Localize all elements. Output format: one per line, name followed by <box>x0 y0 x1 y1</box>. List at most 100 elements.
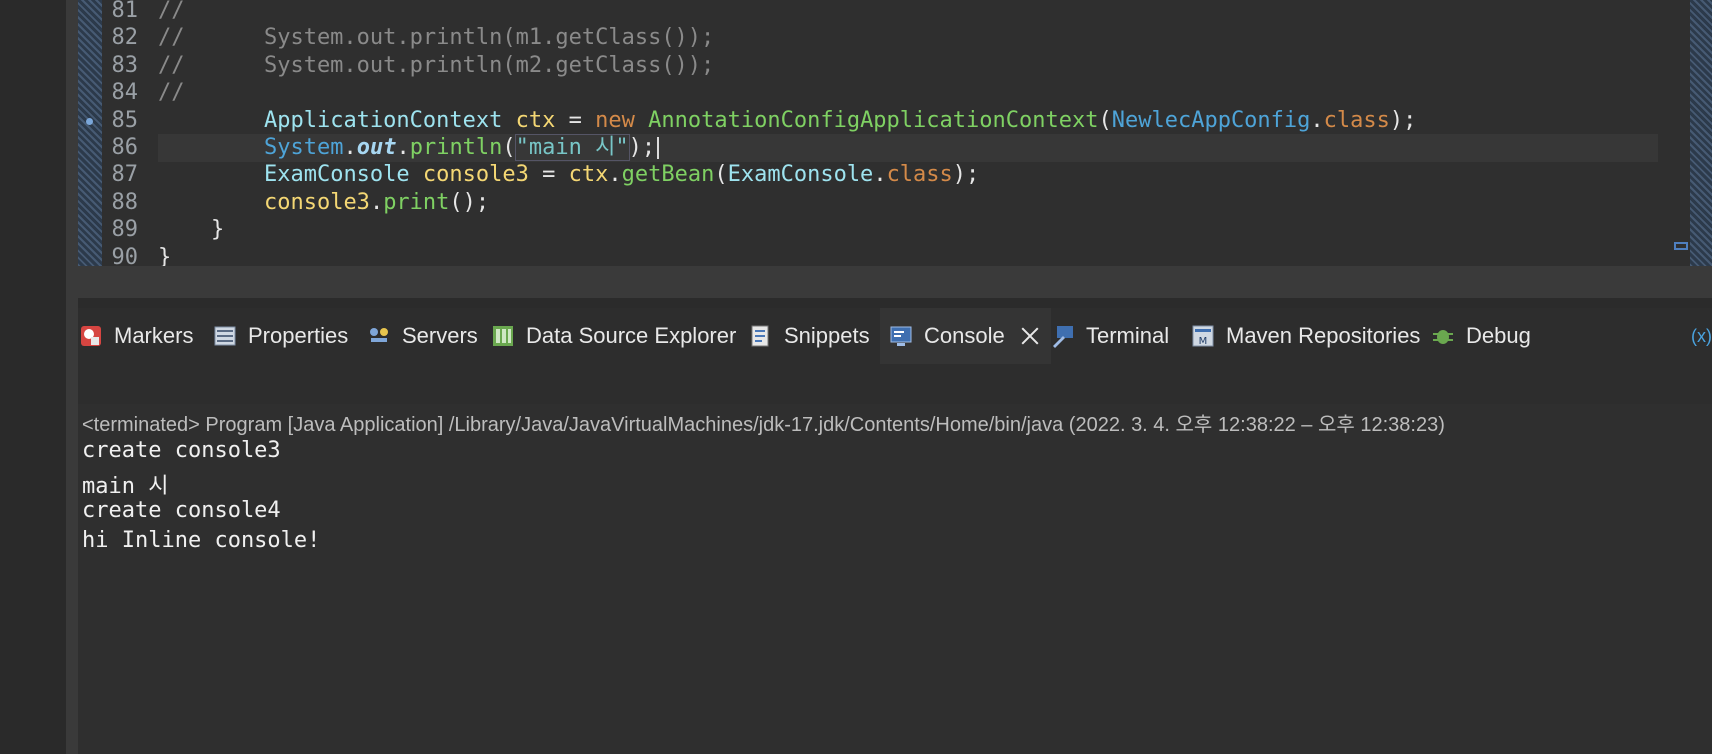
tab-servers[interactable]: Servers <box>366 308 478 364</box>
close-icon[interactable] <box>1019 325 1041 347</box>
properties-icon <box>212 323 238 349</box>
code-editor[interactable]: 81 // 82 // System.out.println(m1.getClass(… <box>78 0 1712 298</box>
code-token: NewlecAppConfig <box>1111 107 1311 133</box>
tab-maven-repositories[interactable]: M Maven Repositories <box>1190 308 1420 364</box>
code-line[interactable]: 88 console3.print(); <box>102 188 1702 218</box>
code-token: ( <box>502 135 516 160</box>
code-token: out <box>356 135 397 160</box>
tab-label: Servers <box>402 323 478 348</box>
code-text: System.out.println("main 시"); <box>158 133 660 163</box>
code-token: println <box>409 135 503 160</box>
tab-label: Console <box>924 323 1005 348</box>
code-token: System <box>263 135 344 160</box>
panel-divider[interactable] <box>66 0 78 754</box>
tab-label: Snippets <box>784 323 870 348</box>
console-process-header: <terminated> Program [Java Application] … <box>82 414 1445 436</box>
overview-ruler-marker[interactable] <box>1674 242 1688 250</box>
tab-debug[interactable]: Debug <box>1430 308 1531 364</box>
line-number: 88 <box>111 189 139 215</box>
console-output-line: create console3 <box>82 438 281 463</box>
code-line[interactable]: 81 // <box>102 0 1702 26</box>
maven-icon: M <box>1190 323 1216 349</box>
tab-label: Terminal <box>1086 323 1170 348</box>
code-token: . <box>1310 107 1324 133</box>
breakpoint-icon[interactable] <box>86 117 93 125</box>
line-number: 89 <box>111 217 139 243</box>
data-source-icon <box>490 323 516 349</box>
code-token: } <box>158 217 225 243</box>
tab-console[interactable]: Console <box>880 308 1051 364</box>
view-tab-bar: (x) Markers Properties Servers Data Source … <box>78 308 1712 364</box>
code-token: ( <box>1098 107 1112 133</box>
code-text: // System.out.println(m2.getClass()); <box>158 51 714 81</box>
line-number: 83 <box>111 52 139 78</box>
line-number: 86 <box>111 135 139 160</box>
code-token: // System.out.println(m2.getClass()); <box>158 52 715 78</box>
tab-label: Markers <box>114 323 194 348</box>
tab-terminal[interactable]: Terminal <box>1050 308 1169 364</box>
tab-label: Properties <box>248 323 349 348</box>
code-token: getBean <box>621 162 715 188</box>
line-number: 85 <box>111 107 139 133</box>
code-token: // <box>158 0 185 23</box>
code-token: // System.out.println(m1.getClass()); <box>158 25 715 51</box>
code-token: ); <box>628 135 656 160</box>
code-token: ExamConsole <box>263 162 410 188</box>
code-token: = <box>555 107 596 133</box>
snippets-icon <box>748 323 774 349</box>
code-token: console3 <box>263 189 370 215</box>
code-line[interactable]: 82 // System.out.println(m1.getClass()); <box>102 23 1702 53</box>
code-token: . <box>873 162 887 188</box>
overview-ruler[interactable] <box>1690 0 1712 266</box>
code-line[interactable]: 85 ApplicationContext ctx = new Annotati… <box>86 106 1702 136</box>
line-number: 84 <box>111 80 139 106</box>
left-panel <box>0 0 66 754</box>
tab-markers[interactable]: Markers <box>78 308 193 364</box>
code-token: ( <box>714 162 728 188</box>
console-icon <box>888 323 914 349</box>
code-line[interactable]: 87 ExamConsole console3 = ctx.getBean(Ex… <box>102 160 1702 190</box>
code-token: console3 <box>422 162 529 188</box>
code-token: class <box>1323 107 1390 133</box>
tab-label: Maven Repositories <box>1226 323 1421 348</box>
code-token: ApplicationContext <box>263 107 503 133</box>
code-text: console3.print(); <box>158 188 489 218</box>
code-area[interactable]: 81 // 82 // System.out.println(m1.getClass(… <box>86 0 1702 298</box>
debug-icon <box>1430 323 1456 349</box>
console-output[interactable]: <terminated> Program [Java Application] … <box>78 404 1712 754</box>
code-token: . <box>369 189 384 215</box>
svg-text:M: M <box>1199 336 1208 347</box>
tab-data-source-explorer[interactable]: Data Source Explorer <box>490 308 736 364</box>
code-token: ); <box>1389 107 1417 133</box>
code-line[interactable]: 84 // <box>102 78 1702 108</box>
code-token: . <box>608 162 622 188</box>
code-text: } <box>158 215 224 245</box>
tab-snippets[interactable]: Snippets <box>748 308 870 364</box>
tab-overflow-indicator[interactable]: (x) <box>1691 308 1712 364</box>
line-number: 81 <box>111 0 139 23</box>
tab-properties[interactable]: Properties <box>212 308 348 364</box>
code-text: // System.out.println(m1.getClass()); <box>158 23 714 53</box>
editor-gutter <box>78 0 102 266</box>
code-token: (); <box>449 189 490 215</box>
markers-icon <box>78 323 104 349</box>
console-output-line: hi Inline console! <box>82 528 321 553</box>
editor-horizontal-scrollbar[interactable] <box>78 266 1712 298</box>
code-text: ApplicationContext ctx = new AnnotationC… <box>158 106 1416 136</box>
line-number: 87 <box>111 162 139 188</box>
console-output-line: main 시 <box>82 474 169 499</box>
code-token: "main 시" <box>514 134 630 161</box>
code-line[interactable]: 89 } <box>102 215 1702 245</box>
code-line[interactable]: 83 // System.out.println(m2.getClass()); <box>102 51 1702 81</box>
code-token: new <box>595 107 635 133</box>
code-text: // <box>158 78 185 108</box>
code-token: print <box>383 189 450 215</box>
code-token: . <box>396 135 410 160</box>
code-line[interactable]: 86 System.out.println("main 시"); <box>102 133 1702 163</box>
